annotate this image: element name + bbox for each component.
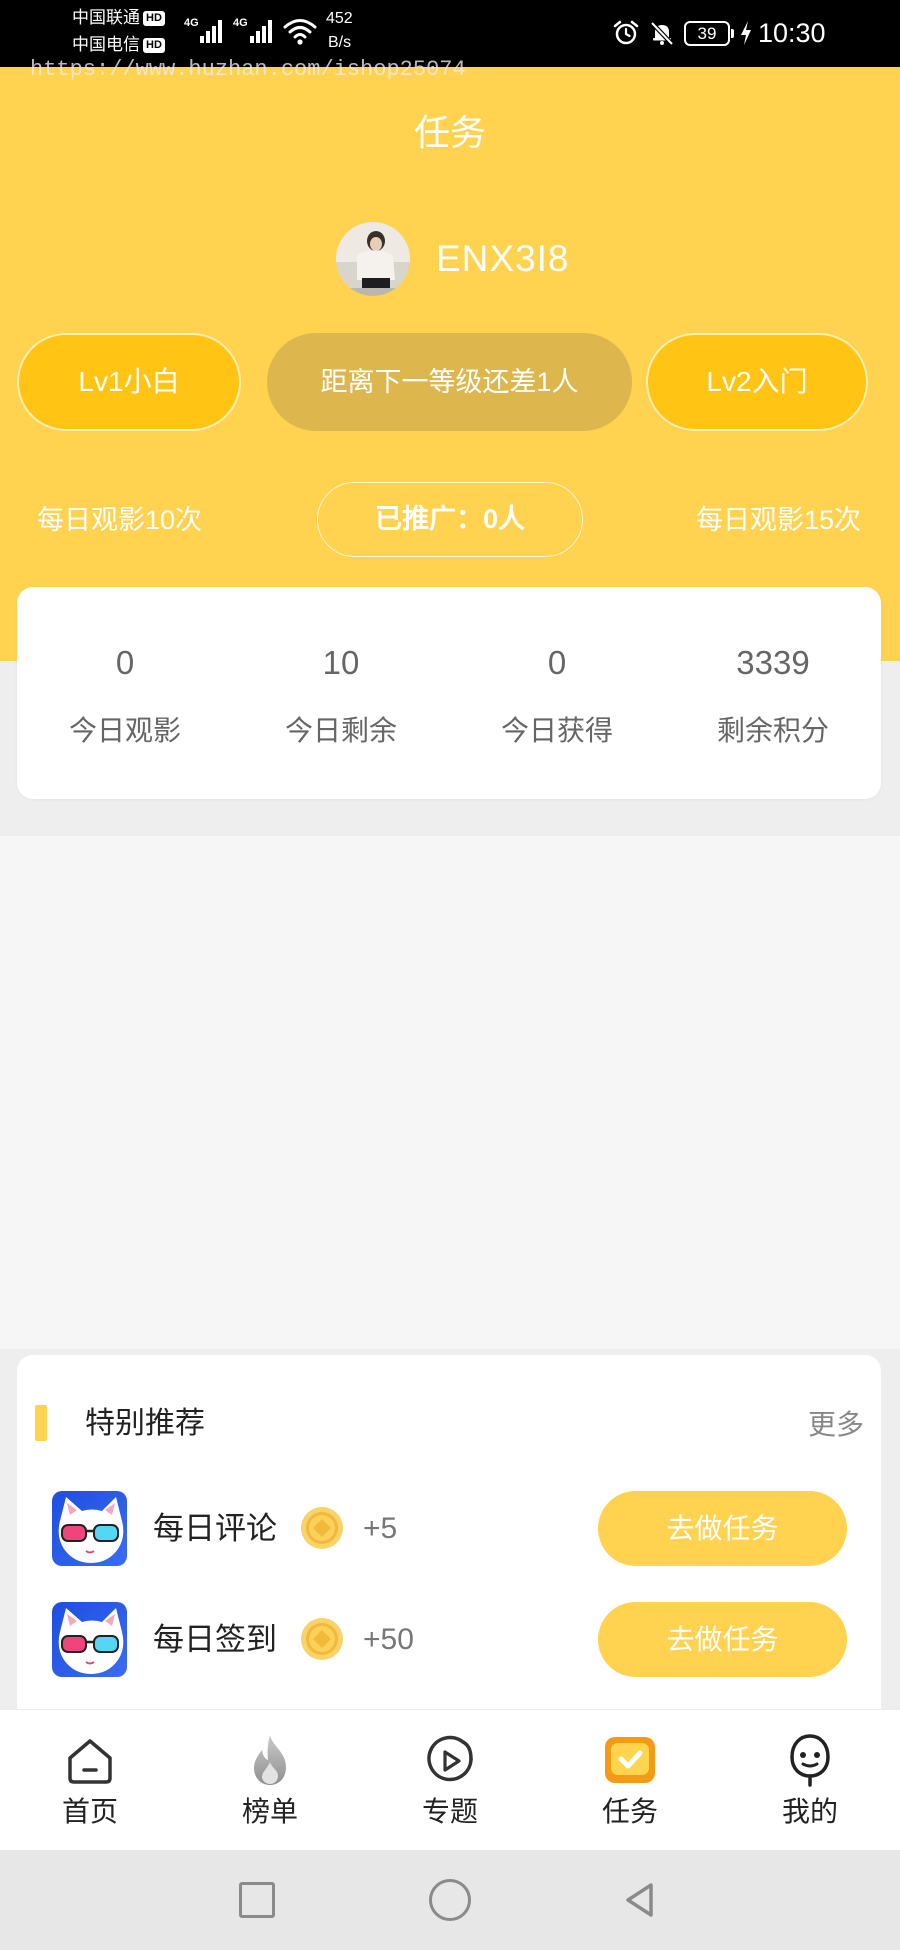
- flame-icon: [254, 1735, 286, 1785]
- charging-icon: [741, 21, 751, 45]
- stat-today-earned: 0 今日获得: [449, 587, 665, 799]
- tab-label: 榜单: [241, 1796, 298, 1827]
- task-reward: +50: [363, 1623, 414, 1656]
- battery-icon: 39: [684, 21, 730, 46]
- clock: 10:30: [758, 18, 826, 48]
- avatar: [336, 222, 410, 296]
- stat-today-remaining: 10 今日剩余: [233, 587, 449, 799]
- page-title: 任务: [413, 112, 486, 153]
- system-navigation-bar: [0, 1850, 900, 1950]
- bottom-tab-bar: 首页 榜单 专题 任务 我的: [0, 1710, 900, 1850]
- promoted-count-button[interactable]: 已推广：0人: [317, 482, 583, 557]
- task-name: 每日签到: [153, 1622, 277, 1657]
- signal-icon: [250, 20, 272, 43]
- carrier-name-1: 中国联通: [72, 8, 140, 27]
- alarm-icon: [613, 20, 639, 45]
- battery-tip: [731, 29, 734, 38]
- stat-value: 3339: [736, 644, 810, 681]
- tab-topics[interactable]: 专题: [360, 1710, 540, 1850]
- more-link[interactable]: 更多: [808, 1406, 864, 1444]
- carrier-line-2: 中国电信 HD: [72, 33, 165, 57]
- task-row: 每日评论 +5 去做任务: [17, 1491, 881, 1566]
- network-speed-value: 452: [326, 10, 353, 27]
- home-icon: [68, 1739, 112, 1784]
- tab-label: 专题: [421, 1796, 478, 1827]
- coin-icon: [301, 1507, 343, 1549]
- stats-card: 0 今日观影 10 今日剩余 0 今日获得 3339 剩余积分: [17, 587, 881, 799]
- back-triangle-icon[interactable]: [620, 1880, 660, 1920]
- tab-mine[interactable]: 我的: [720, 1710, 900, 1850]
- next-level-benefit: 每日观影15次: [695, 505, 861, 535]
- task-check-icon: [605, 1737, 655, 1783]
- tab-label: 任务: [601, 1796, 658, 1827]
- username: ENX3I8: [436, 238, 570, 279]
- tab-label: 首页: [61, 1796, 118, 1827]
- hd-badge-1: HD: [143, 11, 165, 27]
- do-task-button[interactable]: 去做任务: [598, 1491, 847, 1566]
- section-title: 特别推荐: [85, 1407, 205, 1440]
- current-level-badge: Lv1小白: [17, 333, 241, 431]
- next-level-badge: Lv2入门: [646, 333, 868, 431]
- stat-value: 0: [547, 644, 567, 681]
- level-progress: 距离下一等级还差1人: [267, 333, 632, 431]
- do-task-button[interactable]: 去做任务: [598, 1602, 847, 1677]
- network-type-1: 4G: [184, 17, 199, 29]
- cat-sunglasses-icon: [52, 1602, 127, 1677]
- stat-label: 今日获得: [500, 715, 613, 746]
- battery-level: 39: [697, 24, 717, 43]
- wifi-icon: [283, 19, 317, 45]
- tab-tasks[interactable]: 任务: [540, 1710, 720, 1850]
- task-row: 每日签到 +50 去做任务: [17, 1602, 881, 1677]
- stat-remaining-points: 3339 剩余积分: [665, 587, 881, 799]
- stat-label: 剩余积分: [716, 715, 829, 746]
- carrier-line-1: 中国联通 HD: [72, 6, 165, 30]
- network-type-2: 4G: [233, 17, 248, 29]
- recent-apps-icon[interactable]: [239, 1882, 275, 1918]
- section-marker: [35, 1405, 47, 1441]
- carrier-name-2: 中国电信: [72, 35, 140, 54]
- coin-icon: [301, 1618, 343, 1660]
- signal-icon: [200, 20, 222, 43]
- home-circle-icon[interactable]: [429, 1879, 471, 1921]
- tab-label: 我的: [781, 1796, 838, 1827]
- task-reward: +5: [363, 1512, 398, 1545]
- cat-sunglasses-icon: [52, 1491, 127, 1566]
- empty-content-area: [0, 836, 900, 1349]
- tab-home[interactable]: 首页: [0, 1710, 180, 1850]
- special-recommend-card: 特别推荐 更多 每日评论 +5 去做任务 每日签到 +50 去做任务: [17, 1355, 881, 1735]
- tab-ranking[interactable]: 榜单: [180, 1710, 360, 1850]
- watermark: https://www.huzhan.com/ishop25074: [30, 57, 466, 82]
- stat-value: 0: [115, 644, 135, 681]
- network-speed-unit: B/s: [328, 34, 352, 51]
- play-circle-icon: [427, 1735, 473, 1782]
- bell-off-icon: [650, 21, 674, 46]
- hd-badge-2: HD: [143, 38, 165, 54]
- stat-label: 今日观影: [68, 715, 181, 746]
- stat-label: 今日剩余: [284, 715, 397, 746]
- current-level-benefit: 每日观影10次: [37, 505, 203, 535]
- face-icon: [790, 1734, 830, 1787]
- avatar-photo: [336, 222, 410, 296]
- stat-today-views: 0 今日观影: [17, 587, 233, 799]
- stat-value: 10: [322, 644, 360, 681]
- task-name: 每日评论: [153, 1511, 277, 1546]
